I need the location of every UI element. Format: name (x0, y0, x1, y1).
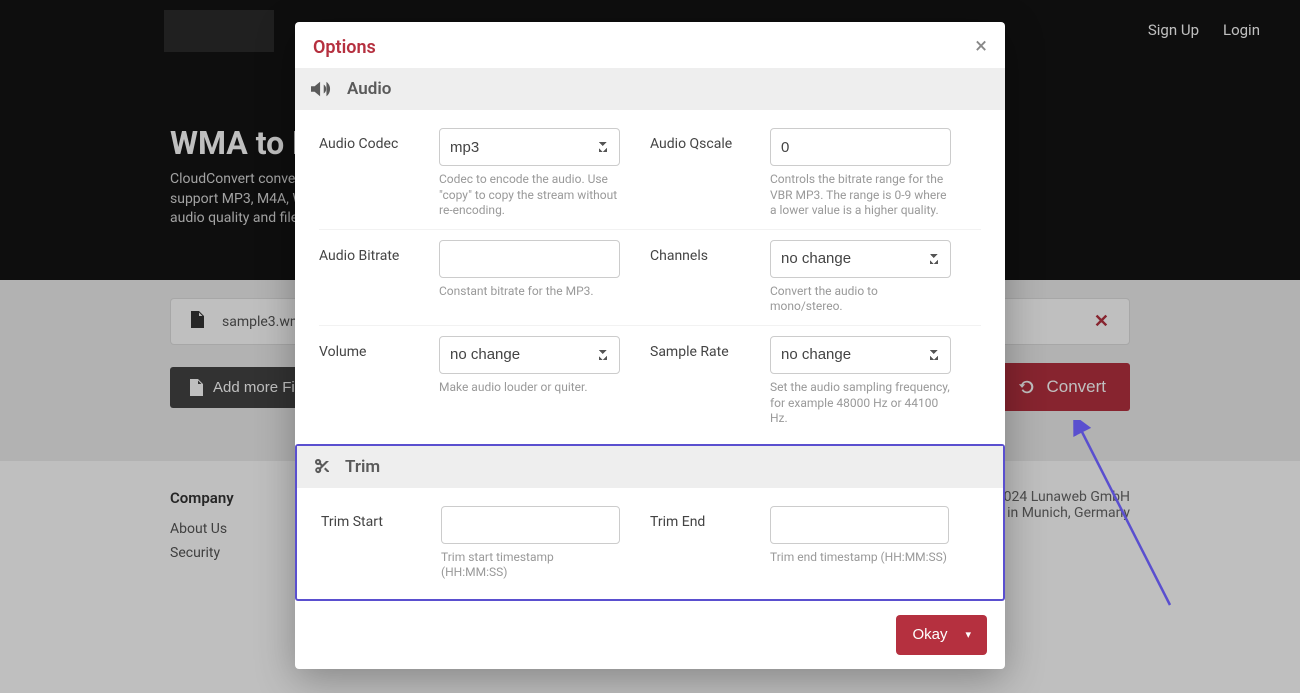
scissors-icon (313, 459, 329, 475)
options-modal: Options × Audio Audio Codec mp3 Codec to… (295, 22, 1005, 669)
bitrate-help: Constant bitrate for the MP3. (439, 284, 620, 300)
volume-icon (311, 80, 331, 98)
codec-label: Audio Codec (319, 128, 439, 219)
trim-start-input[interactable] (441, 506, 620, 544)
bitrate-input[interactable] (439, 240, 620, 278)
sample-help: Set the audio sampling frequency, for ex… (770, 380, 951, 427)
volume-help: Make audio louder or quiter. (439, 380, 620, 396)
modal-title: Options (313, 37, 376, 58)
audio-head-label: Audio (347, 79, 391, 99)
trim-head-label: Trim (345, 457, 380, 477)
volume-label: Volume (319, 336, 439, 427)
okay-button[interactable]: Okay ▾ (896, 615, 987, 655)
trim-end-input[interactable] (770, 506, 949, 544)
trim-section-highlight: Trim Trim Start Trim start timestamp (HH… (295, 444, 1005, 601)
okay-label: Okay (912, 626, 947, 643)
trim-end-label: Trim End (650, 506, 770, 581)
chevron-down-icon: ▾ (965, 628, 971, 641)
channels-label: Channels (650, 240, 770, 315)
codec-help: Codec to encode the audio. Use "copy" to… (439, 172, 620, 219)
volume-select[interactable]: no change (439, 336, 620, 374)
trim-start-help: Trim start timestamp (HH:MM:SS) (441, 550, 620, 581)
sample-label: Sample Rate (650, 336, 770, 427)
qscale-help: Controls the bitrate range for the VBR M… (770, 172, 951, 219)
codec-select[interactable]: mp3 (439, 128, 620, 166)
audio-section-header: Audio (295, 68, 1005, 110)
qscale-label: Audio Qscale (650, 128, 770, 219)
bitrate-label: Audio Bitrate (319, 240, 439, 315)
qscale-input[interactable] (770, 128, 951, 166)
sample-select[interactable]: no change (770, 336, 951, 374)
trim-end-help: Trim end timestamp (HH:MM:SS) (770, 550, 949, 566)
trim-start-label: Trim Start (321, 506, 441, 581)
channels-select[interactable]: no change (770, 240, 951, 278)
channels-help: Convert the audio to mono/stereo. (770, 284, 951, 315)
close-icon[interactable]: × (975, 36, 987, 58)
trim-section-header: Trim (297, 446, 1003, 488)
